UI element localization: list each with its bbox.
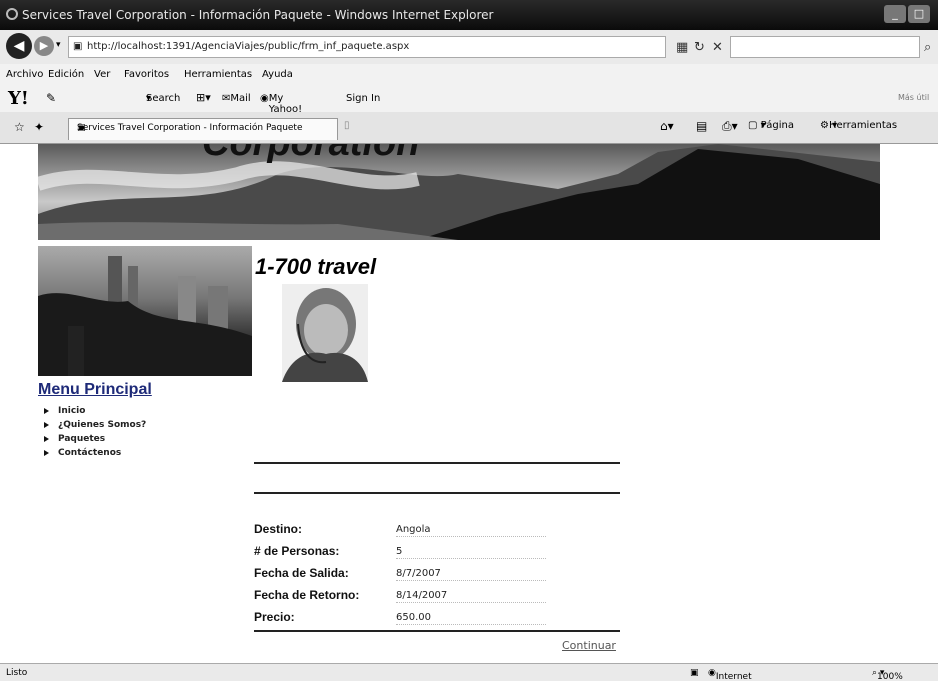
- compat-view-icon[interactable]: ▦: [676, 40, 688, 55]
- status-text: Listo: [6, 668, 28, 678]
- search-icon[interactable]: ⌕: [924, 40, 931, 55]
- agent-photo: [282, 284, 368, 382]
- fecha-salida-value: 8/7/2007: [396, 568, 546, 581]
- ie-icon: [6, 8, 18, 20]
- personas-label: # de Personas:: [254, 544, 340, 558]
- fecha-retorno-value: 8/14/2007: [396, 590, 546, 603]
- address-bar[interactable]: ▣ http://localhost:1391/AgenciaViajes/pu…: [68, 36, 666, 58]
- status-bar: Listo ▣ ◉ Internet ⌕ 100% ▾: [0, 663, 938, 682]
- brand-title: 1-700 travel: [255, 254, 377, 279]
- menu-edicion[interactable]: Edición: [48, 69, 84, 80]
- banner-title: Corporation: [202, 144, 419, 165]
- back-button[interactable]: ◀: [6, 33, 32, 59]
- tab-bar: ☆ ✦ ▣ Services Travel Corporation - Info…: [0, 112, 938, 144]
- mountain-landscape: [38, 144, 880, 240]
- menu-bar: Archivo Edición Ver Favoritos Herramient…: [0, 64, 938, 86]
- new-tab-button[interactable]: ▯: [344, 120, 350, 131]
- favorites-star-icon[interactable]: ☆: [14, 120, 25, 134]
- feeds-icon[interactable]: ▤: [696, 119, 707, 133]
- yahoo-search-button[interactable]: Search ▾: [146, 93, 180, 104]
- fecha-retorno-label: Fecha de Retorno:: [254, 588, 360, 602]
- home-icon[interactable]: ⌂▾: [660, 119, 674, 133]
- menu-ayuda[interactable]: Ayuda: [262, 69, 293, 80]
- search-box[interactable]: [730, 36, 920, 58]
- yahoo-pencil-icon[interactable]: ✎: [46, 91, 56, 105]
- yahoo-toolbox-icon[interactable]: ⊞▾: [196, 91, 211, 104]
- menu-herramientas[interactable]: Herramientas: [184, 69, 252, 80]
- destino-value: Angola: [396, 524, 546, 537]
- forward-button[interactable]: ▶: [34, 36, 54, 56]
- divider-middle: [254, 492, 620, 494]
- city-skyline: [38, 256, 252, 376]
- page-content: Corporation 1-700 travel Menu Principal …: [14, 144, 938, 663]
- address-toolbar: ◀ ▶ ▾ ▣ http://localhost:1391/AgenciaVia…: [0, 30, 938, 64]
- menu-archivo[interactable]: Archivo: [6, 69, 43, 80]
- window-title-bar: Services Travel Corporation - Informació…: [0, 0, 938, 30]
- precio-label: Precio:: [254, 610, 295, 624]
- divider-top: [254, 462, 620, 464]
- menu-ver[interactable]: Ver: [94, 69, 110, 80]
- continuar-link[interactable]: Continuar: [562, 639, 616, 652]
- yahoo-logo-icon: Y!: [8, 88, 29, 109]
- fecha-salida-label: Fecha de Salida:: [254, 566, 349, 580]
- menu-title: Menu Principal: [38, 381, 152, 398]
- security-zone-icon: ▣: [690, 668, 699, 678]
- internet-zone[interactable]: ◉ Internet: [708, 668, 752, 682]
- window-title: Services Travel Corporation - Informació…: [22, 8, 494, 22]
- personas-value: 5: [396, 546, 546, 559]
- refresh-icon[interactable]: ↻: [694, 40, 705, 55]
- menu-item-contactenos[interactable]: Contáctenos: [42, 446, 146, 460]
- active-tab[interactable]: ▣ Services Travel Corporation - Informac…: [68, 118, 338, 140]
- zoom-level[interactable]: ⌕ 100% ▾: [872, 668, 903, 682]
- my-yahoo-button[interactable]: ◉ My Yahoo!: [260, 93, 302, 115]
- stop-icon[interactable]: ✕: [712, 40, 723, 55]
- maximize-icon[interactable]: □: [908, 5, 930, 23]
- print-icon[interactable]: ⎙▾: [722, 119, 738, 134]
- page-menu[interactable]: ▢ Página ▾: [748, 120, 794, 131]
- yahoo-mail-button[interactable]: ✉ Mail: [222, 93, 251, 104]
- city-image: [38, 246, 252, 376]
- headset-agent-image: [282, 288, 368, 382]
- address-url: http://localhost:1391/AgenciaViajes/publ…: [87, 41, 410, 52]
- add-favorites-icon[interactable]: ✦: [34, 120, 44, 134]
- precio-value: 650.00: [396, 612, 546, 625]
- menu-item-paquetes[interactable]: Paquetes: [42, 432, 146, 446]
- yahoo-toolbar: Y! ✎ Search ▾ ⊞▾ ✉ Mail ◉ My Yahoo! Sign I…: [0, 86, 938, 115]
- header-banner: Corporation: [38, 144, 880, 240]
- divider-bottom: [254, 630, 620, 632]
- tab-title: Services Travel Corporation - Informació…: [77, 123, 303, 133]
- destino-label: Destino:: [254, 522, 302, 536]
- page-icon: ▣: [73, 41, 83, 52]
- tools-menu[interactable]: ⚙ Herramientas ▾: [820, 120, 897, 131]
- yahoo-more-link[interactable]: Más útil: [898, 93, 929, 102]
- menu-favoritos[interactable]: Favoritos: [124, 69, 169, 80]
- history-dropdown-icon[interactable]: ▾: [56, 40, 61, 50]
- yahoo-signin-link[interactable]: Sign In: [346, 93, 380, 104]
- menu-item-inicio[interactable]: Inicio: [42, 404, 146, 418]
- main-menu: Inicio ¿Quienes Somos? Paquetes Contácte…: [42, 404, 146, 460]
- menu-item-quienes-somos[interactable]: ¿Quienes Somos?: [42, 418, 146, 432]
- minimize-icon[interactable]: _: [884, 5, 906, 23]
